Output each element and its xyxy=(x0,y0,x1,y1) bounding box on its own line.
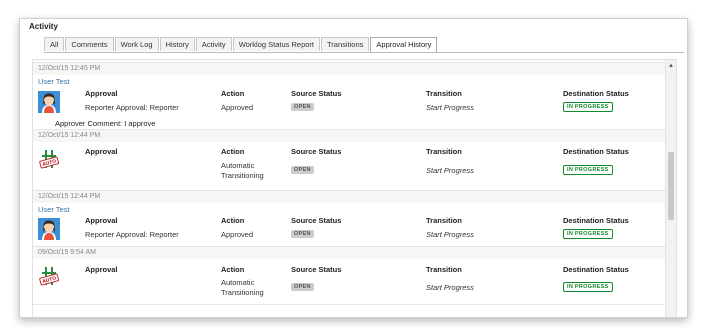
action-value-line2: Transitioning xyxy=(221,288,264,297)
transition-header: Transition xyxy=(426,89,462,98)
user-avatar-icon xyxy=(38,218,60,240)
action-value-line1: Automatic xyxy=(221,278,255,287)
approval-value: Reporter Approval: Reporter xyxy=(85,230,179,239)
scroll-thumb[interactable] xyxy=(668,152,674,220)
tab-all[interactable]: All xyxy=(44,37,65,51)
entry-timestamp: 12/Oct/15 12:44 PM xyxy=(33,190,668,203)
tab-comments[interactable]: Comments xyxy=(65,37,114,51)
approval-value: Reporter Approval: Reporter xyxy=(85,103,179,112)
activity-tabs: All Comments Work Log History Activity W… xyxy=(44,37,684,53)
destination-status-header: Destination Status xyxy=(563,265,629,274)
approval-header: Approval xyxy=(85,147,118,156)
destination-status-lozenge: IN PROGRESS xyxy=(563,229,613,239)
source-status-header: Source Status xyxy=(291,147,342,156)
transition-header: Transition xyxy=(426,216,462,225)
user-avatar-icon xyxy=(38,91,60,113)
source-status-header: Source Status xyxy=(291,216,342,225)
panel-title: Activity xyxy=(29,22,58,31)
approval-header: Approval xyxy=(85,265,118,274)
divider xyxy=(33,304,663,305)
source-status-lozenge: OPEN xyxy=(291,166,314,174)
transition-value: Start Progress xyxy=(426,103,474,112)
action-header: Action xyxy=(221,216,245,225)
destination-status-header: Destination Status xyxy=(563,89,629,98)
action-value: Approved xyxy=(221,230,254,239)
tab-transitions[interactable]: Transitions xyxy=(321,37,370,51)
approval-header: Approval xyxy=(85,216,118,225)
destination-status-header: Destination Status xyxy=(563,147,629,156)
destination-status-lozenge: IN PROGRESS xyxy=(563,282,613,292)
transition-header: Transition xyxy=(426,265,462,274)
action-value: Approved xyxy=(221,103,254,112)
tab-work-log[interactable]: Work Log xyxy=(114,37,159,51)
vertical-scrollbar[interactable]: ▲ xyxy=(665,60,676,317)
approver-comment: Approver Comment: I approve xyxy=(55,119,156,128)
approval-header: Approval xyxy=(85,89,118,98)
destination-status-lozenge: IN PROGRESS xyxy=(563,165,613,175)
action-value-line2: Transitioning xyxy=(221,171,264,180)
auto-stamp-icon: AUTO xyxy=(38,265,60,287)
tab-worklog-status-report[interactable]: Worklog Status Report xyxy=(232,37,320,51)
source-status-lozenge: OPEN xyxy=(291,103,314,111)
entry-timestamp: 12/Oct/15 12:45 PM xyxy=(33,62,668,75)
source-status-header: Source Status xyxy=(291,89,342,98)
auto-stamp-icon: AUTO xyxy=(38,148,60,170)
action-header: Action xyxy=(221,265,245,274)
action-value-line1: Automatic xyxy=(221,161,255,170)
user-link[interactable]: User Test xyxy=(38,205,70,214)
approval-history-list: 12/Oct/15 12:45 PM User Test Approval Ac… xyxy=(32,59,677,317)
transition-value: Start Progress xyxy=(426,230,474,239)
action-header: Action xyxy=(221,147,245,156)
user-link[interactable]: User Test xyxy=(38,77,70,86)
entry-timestamp: 09/Oct/15 9:54 AM xyxy=(33,246,668,259)
source-status-lozenge: OPEN xyxy=(291,230,314,238)
scroll-up-icon[interactable]: ▲ xyxy=(666,61,676,71)
source-status-header: Source Status xyxy=(291,265,342,274)
transition-header: Transition xyxy=(426,147,462,156)
action-header: Action xyxy=(221,89,245,98)
entry-timestamp: 12/Oct/15 12:44 PM xyxy=(33,129,668,142)
transition-value: Start Progress xyxy=(426,166,474,175)
destination-status-header: Destination Status xyxy=(563,216,629,225)
tab-activity[interactable]: Activity xyxy=(195,37,232,51)
tab-history[interactable]: History xyxy=(159,37,195,51)
activity-panel: Activity All Comments Work Log History A… xyxy=(19,18,688,318)
source-status-lozenge: OPEN xyxy=(291,283,314,291)
tab-approval-history[interactable]: Approval History xyxy=(370,37,438,52)
transition-value: Start Progress xyxy=(426,283,474,292)
destination-status-lozenge: IN PROGRESS xyxy=(563,102,613,112)
